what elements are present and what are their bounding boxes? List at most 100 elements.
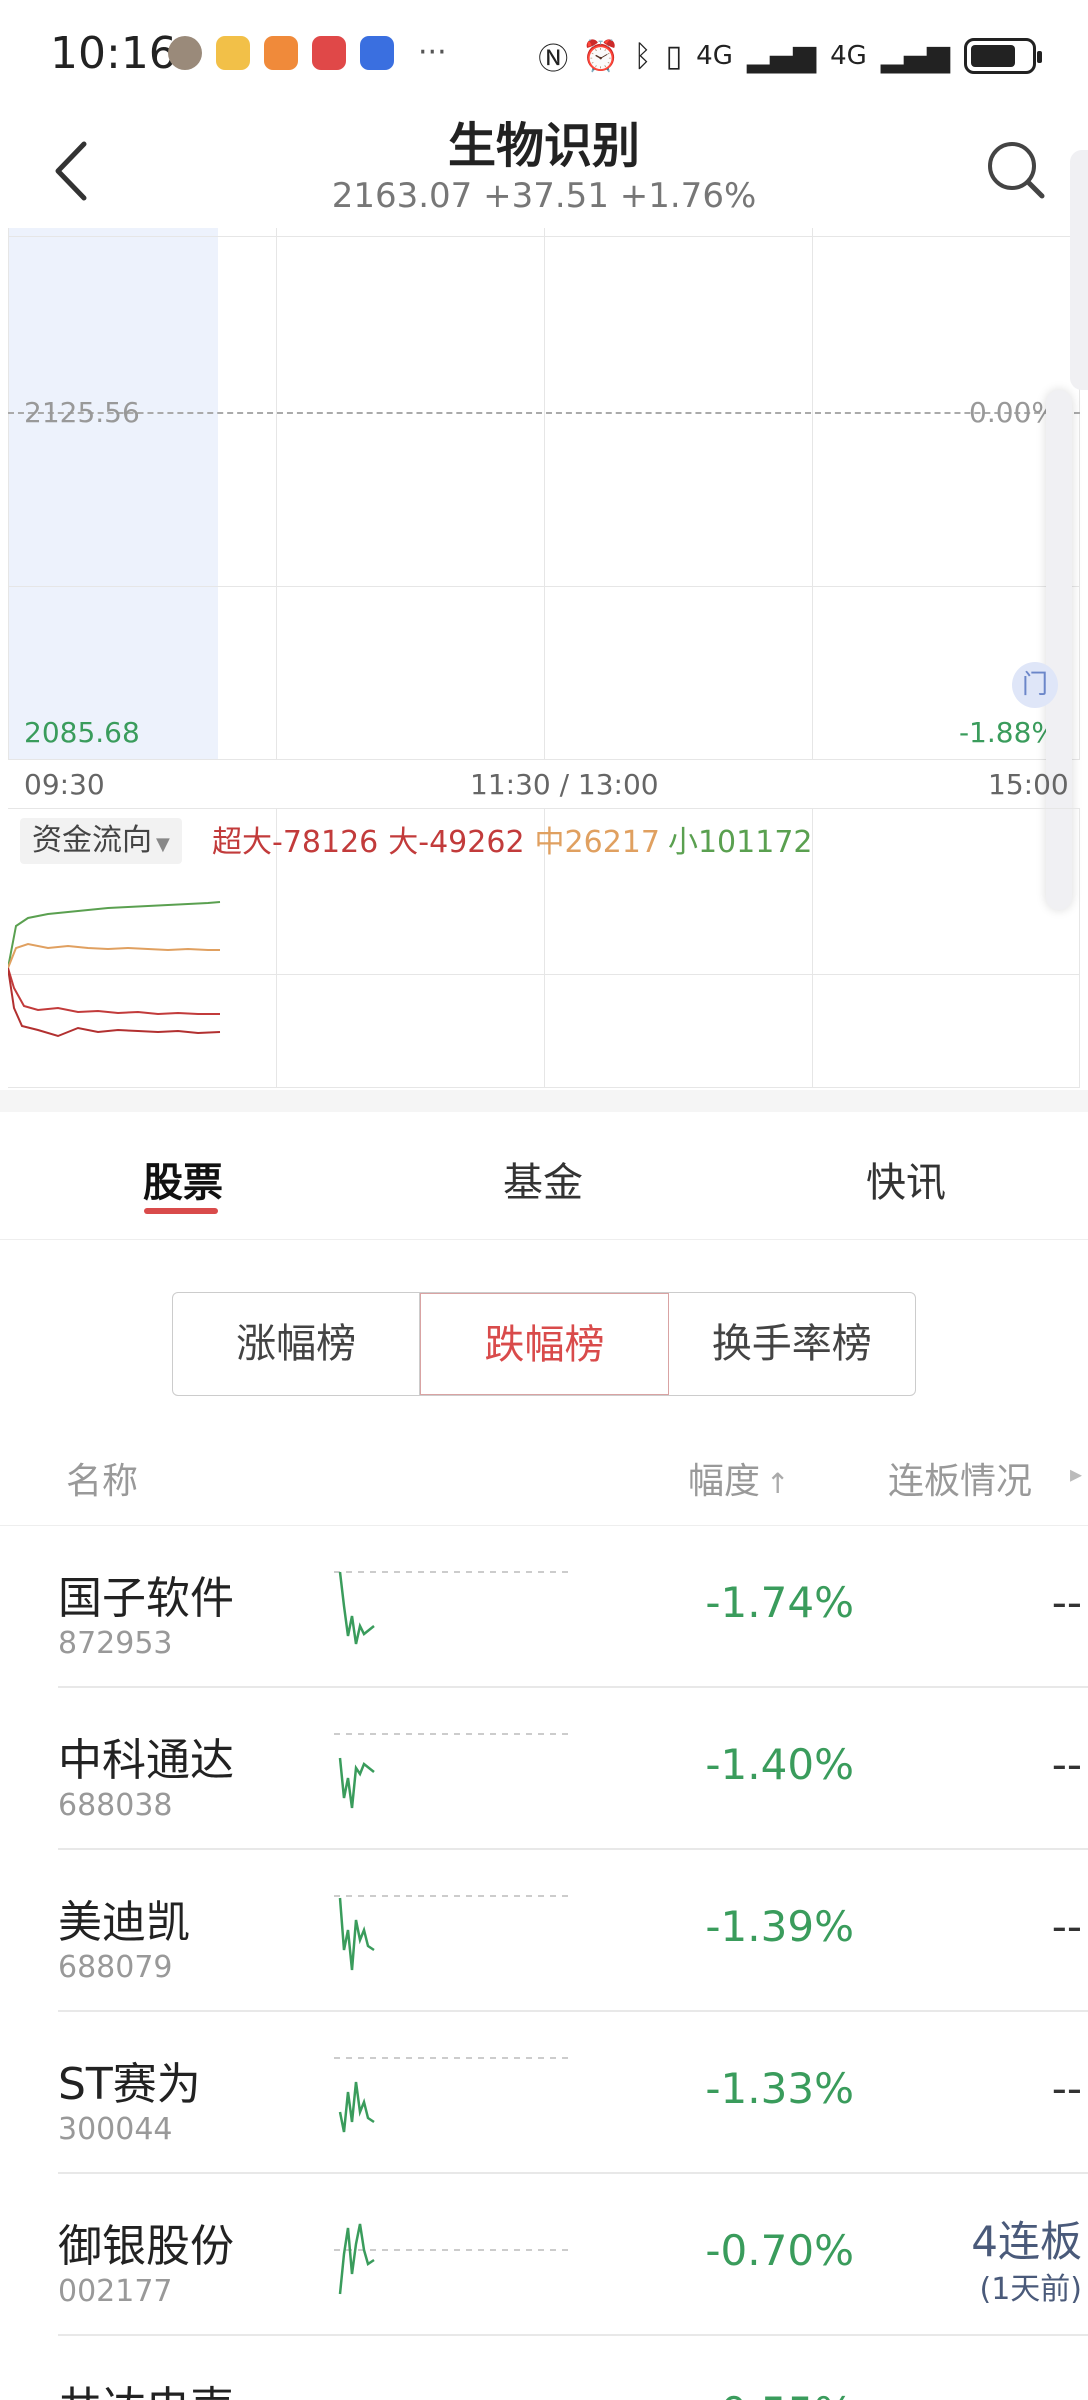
sparkline <box>334 2223 574 2295</box>
stock-change: -1.40% <box>705 1740 854 1789</box>
segment-turnover[interactable]: 换手率榜 <box>669 1293 915 1395</box>
flow-line-large <box>8 967 220 1016</box>
signal-4g-2: 4G <box>830 41 867 71</box>
signal-bars-icon-2: ▂▄▆ <box>880 38 950 74</box>
tab-funds[interactable]: 基金 <box>503 1150 583 1208</box>
flow-line-medium <box>8 942 220 969</box>
grid-line <box>812 228 813 760</box>
app-orange-icon <box>264 36 298 70</box>
stock-change: -1.33% <box>705 2064 854 2113</box>
stock-row[interactable]: 国子软件 872953 -1.74% -- <box>58 1526 1088 1688</box>
tab-stocks[interactable]: 股票 <box>143 1150 223 1208</box>
list-header: 名称 幅度 ↑ 连板情况 ▸ <box>0 1430 1088 1526</box>
section-divider <box>0 1090 1088 1112</box>
more-columns-icon[interactable]: ▸ <box>1070 1460 1082 1488</box>
stock-name: ST赛为 <box>58 2059 201 2110</box>
board-status: -- <box>1051 1578 1082 1627</box>
search-icon <box>988 142 1045 199</box>
bluetooth-icon: ᛒ <box>633 38 652 74</box>
stock-code: 300044 <box>58 2112 173 2147</box>
stock-code: 688079 <box>58 1950 173 1985</box>
stock-name: 共达电声 <box>58 2372 234 2400</box>
segment-losers[interactable]: 跌幅榜 <box>420 1293 669 1395</box>
column-change[interactable]: 幅度 ↑ <box>688 1452 789 1504</box>
grid-line <box>8 236 1080 237</box>
nfc-icon: Ⓝ <box>538 42 569 77</box>
flow-medium: 中26217 <box>534 825 660 860</box>
grid-line <box>276 228 277 760</box>
chart-elapsed-area <box>8 228 218 760</box>
board-status: 4连板 <box>971 2217 1082 2266</box>
more-notifications-icon: ··· <box>418 35 447 70</box>
column-change-label: 幅度 <box>688 1461 761 1502</box>
floating-button[interactable]: 门 <box>1012 662 1058 708</box>
stock-row[interactable]: 共达电声 -0.55% <box>58 2336 1088 2400</box>
segment-gainers[interactable]: 涨幅榜 <box>173 1293 421 1395</box>
flow-line-small <box>8 901 221 969</box>
stock-name: 御银股份 <box>58 2221 234 2272</box>
app-blue-icon <box>360 36 394 70</box>
tab-news[interactable]: 快讯 <box>866 1150 946 1208</box>
sparkline <box>334 1895 574 1971</box>
ranking-selector: 涨幅榜 跌幅榜 换手率榜 <box>172 1292 916 1396</box>
y-label-prev-close: 2125.56 <box>24 396 140 429</box>
stock-name: 国子软件 <box>58 1573 234 1624</box>
board-status: -- <box>1051 1740 1082 1789</box>
status-time: 10:16 <box>50 28 177 79</box>
flow-large: 大-49262 <box>388 825 525 860</box>
app-red-icon <box>312 36 346 70</box>
caret-down-icon: ▼ <box>156 834 170 855</box>
fund-flow-selector[interactable]: 资金流向 ▼ <box>20 818 182 864</box>
avatar-icon <box>168 36 202 70</box>
weibo-icon <box>216 36 250 70</box>
stock-change: -0.70% <box>705 2226 854 2275</box>
side-drawer-tab[interactable] <box>1070 150 1088 390</box>
grid-line <box>544 228 545 760</box>
flow-super-large: 超大-78126 <box>212 825 379 860</box>
alarm-icon: ⏰ <box>582 38 620 74</box>
signal-4g-1: 4G <box>696 41 733 71</box>
board-status: -- <box>1051 1902 1082 1951</box>
signal-bars-icon: ▂▄▆ <box>746 38 817 74</box>
x-label-end: 15:00 <box>988 768 1069 801</box>
sort-arrow-icon: ↑ <box>766 1467 790 1500</box>
sparkline <box>334 1571 574 1645</box>
vibrate-icon: ▯ <box>665 38 683 74</box>
content-tabs: 股票 基金 快讯 <box>0 1112 1088 1240</box>
time-axis: 09:30 11:30 / 13:00 15:00 <box>0 760 1088 810</box>
stock-row[interactable]: 御银股份 002177 -0.70% 4连板 (1天前) <box>58 2174 1088 2336</box>
page-title: 生物识别 <box>447 118 640 174</box>
board-status: -- <box>1051 2064 1082 2113</box>
stock-row[interactable]: 美迪凯 688079 -1.39% -- <box>58 1850 1088 2012</box>
stock-row[interactable]: 中科通达 688038 -1.40% -- <box>58 1688 1088 1850</box>
status-bar: 10:16 ··· Ⓝ ⏰ ᛒ ▯ 4G ▂▄▆ 4G ▂▄▆ <box>0 0 1088 110</box>
pct-label-low: -1.88% <box>958 716 1058 749</box>
board-status-detail: (1天前) <box>979 2272 1083 2307</box>
fund-flow-chart: 资金流向 ▼ 超大-78126 大-49262 中26217 小101172 <box>8 808 1080 1088</box>
pct-label-mid: 0.00% <box>969 396 1058 429</box>
column-name: 名称 <box>66 1461 139 1502</box>
stock-name: 中科通达 <box>58 1735 234 1786</box>
active-tab-indicator <box>144 1208 218 1214</box>
grid-line <box>8 228 9 760</box>
stock-code: 688038 <box>58 1788 173 1823</box>
stock-change: -0.55% <box>654 2388 854 2400</box>
sparkline <box>334 2057 574 2133</box>
stock-name: 美迪凯 <box>58 1897 190 1948</box>
stock-row[interactable]: ST赛为 300044 -1.33% -- <box>58 2012 1088 2174</box>
flow-small: 小101172 <box>667 825 813 860</box>
sparkline <box>334 1733 574 1809</box>
stock-code: 872953 <box>58 1626 173 1661</box>
search-button[interactable] <box>984 138 1048 202</box>
fund-flow-values: 超大-78126 大-49262 中26217 小101172 <box>212 820 813 866</box>
battery-icon <box>964 38 1042 74</box>
column-board[interactable]: 连板情况 <box>888 1452 1032 1504</box>
stock-change: -1.74% <box>705 1578 854 1627</box>
status-indicators: Ⓝ ⏰ ᛒ ▯ 4G ▂▄▆ 4G ▂▄▆ <box>538 34 1042 78</box>
grid-line <box>8 586 1080 587</box>
page-header: 生物识别 2163.07 +37.51 +1.76% <box>0 100 1088 230</box>
x-label-mid: 11:30 / 13:00 <box>470 768 659 801</box>
prev-close-line <box>8 412 1080 414</box>
intraday-chart[interactable]: 2125.56 2085.68 0.00% -1.88% <box>8 228 1080 760</box>
stock-change: -1.39% <box>705 1902 854 1951</box>
